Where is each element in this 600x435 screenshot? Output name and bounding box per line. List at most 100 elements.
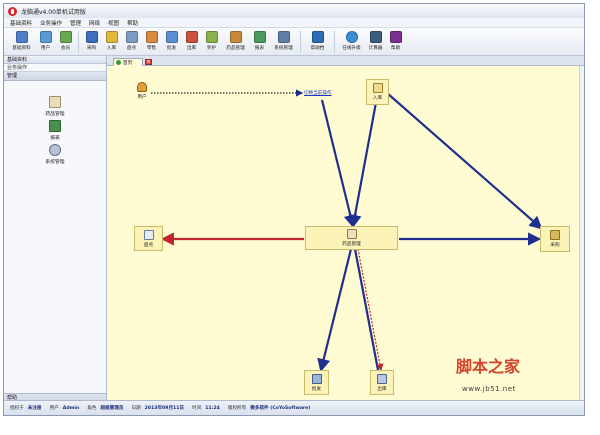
toolbar-wholesale-button[interactable]: 批发 [162,28,181,51]
status-bar: 授权于 未注册 用户 Admin 角色 超级管理员 日期 2013年09月11日… [4,400,584,415]
status-license-label: 授权于 [10,406,24,411]
left-panel: 基础资料 业务操作 管理 药品管理 报表 系统管理 帮助 [4,56,107,402]
menu-view[interactable]: 视图 [108,19,119,27]
members-icon [59,31,72,43]
toolbar-separator [78,31,79,53]
switch-operation-link[interactable]: 切换当前操作 [304,90,332,96]
help-book-icon [389,31,402,43]
node-inventory-check[interactable]: 盘点 [134,226,163,251]
toolbar-navigation-button[interactable]: 帮助档 [304,28,331,51]
toolbar-retail-button[interactable]: 零售 [142,28,161,51]
node-stock-in-label: 入库 [372,96,383,101]
menu-bar: 基础资料 业务操作 管理 网络 视图 帮助 [4,18,584,28]
home-icon [116,60,121,65]
sidebar-item-label: 报表 [50,136,60,141]
toolbar-users-button[interactable]: 用户 [36,28,55,51]
status-date-label: 日期 [131,406,141,411]
toolbar-stock-in-button[interactable]: 入库 [102,28,121,51]
user-node-label: 用户 [137,95,147,100]
node-stock-in[interactable]: 入库 [366,79,389,105]
status-copyright-value: 微多软件 (CoYoSoftware) [250,406,311,411]
toolbar-separator [334,31,335,53]
panel-header-business-ops[interactable]: 业务操作 [4,64,106,72]
toolbar-reports-button[interactable]: 报表 [250,28,269,51]
arrow-link-to-drug-management [320,99,357,229]
arrow-stock-in-to-drug-management [348,96,379,229]
node-inventory-check-label: 盘点 [143,242,154,248]
toolbar-system-management-button[interactable]: 系统管理 [270,28,297,51]
status-user-value: Admin [62,405,80,411]
panel-section-management[interactable]: 管理 [4,72,106,81]
menu-management[interactable]: 管理 [70,19,81,27]
menu-help[interactable]: 帮助 [127,19,138,27]
toolbar: 基础资料 用户 会员 采购 入库 盘点 零售 批发 出库 奖护 药品管理 报表 … [4,28,584,56]
toolbar-help-button[interactable]: 帮助 [386,28,405,51]
toolbar-inventory-check-button[interactable]: 盘点 [122,28,141,51]
title-bar: 龙脑通v4.00单机试用版 [4,4,584,18]
node-purchase[interactable]: 采购 [540,226,570,252]
retail-icon [145,31,158,43]
toolbar-reward-button[interactable]: 奖护 [202,28,221,51]
navigation-icon [311,31,324,43]
node-drug-management-label: 药品管理 [342,242,361,247]
tab-home[interactable]: 首页 [113,58,143,66]
stock-in-icon [105,31,118,43]
calculator-icon [369,31,382,43]
sidebar-item-system-management[interactable]: 系统管理 [4,144,106,165]
pill-bottle-icon [49,96,61,108]
menu-business-ops[interactable]: 业务操作 [40,19,62,27]
menu-basic-data[interactable]: 基础资料 [10,19,32,27]
toolbar-online-upgrade-button[interactable]: 在线升级 [338,28,365,51]
node-wholesale[interactable]: 批发 [304,370,329,395]
arrow-drug-management-to-stock-out [353,248,380,371]
stock-out-icon [377,373,387,384]
toolbar-members-button[interactable]: 会员 [56,28,75,51]
status-user-label: 用户 [49,406,59,411]
node-stock-out[interactable]: 出库 [370,370,394,395]
watermark-url: www.jb51.net [462,385,516,393]
node-stock-out-label: 出库 [377,386,387,392]
menu-network[interactable]: 网络 [89,19,100,27]
toolbar-stock-out-button[interactable]: 出库 [182,28,201,51]
report-icon [49,120,61,132]
flow-diagram-canvas: 用户 切换当前操作 入库 药品管理 采购 盘点 批发 出库 [107,66,584,402]
arrow-drug-management-to-stock-out-red [357,248,384,372]
status-time-value: 11:24 [205,405,220,411]
user-node[interactable]: 用户 [137,82,147,100]
status-license-value: 未注册 [27,406,42,411]
upgrade-icon [345,31,358,43]
system-gear-icon [277,31,290,43]
status-role-label: 角色 [87,406,97,411]
reward-icon [205,31,218,43]
toolbar-calculator-button[interactable]: 计算器 [366,28,385,51]
node-wholesale-label: 批发 [311,386,322,392]
stock-in-icon [372,83,383,93]
canvas-vertical-scrollbar[interactable] [579,66,584,402]
tab-strip: 首页 × [107,56,584,66]
watermark-text: 脚本之家 [456,357,521,376]
user-icon [39,31,52,43]
toolbar-basic-data-button[interactable]: 基础资料 [8,28,35,51]
inventory-check-icon [125,31,138,43]
sidebar-item-drug-management[interactable]: 药品管理 [4,96,106,117]
inventory-check-icon [143,229,154,240]
wholesale-icon [165,31,178,43]
tab-home-label: 首页 [123,60,133,66]
toolbar-purchase-button[interactable]: 采购 [82,28,101,51]
stock-out-icon [185,31,198,43]
sidebar-item-label: 系统管理 [45,160,65,165]
purchase-icon [550,230,560,240]
sidebar-item-reports[interactable]: 报表 [4,120,106,141]
users-icon [137,82,147,92]
pill-bottle-icon [346,229,357,239]
status-date-value: 2013年09月11日 [144,406,185,411]
toolbar-separator [300,31,301,53]
report-icon [253,31,266,43]
status-time-label: 时间 [192,406,202,411]
node-drug-management[interactable]: 药品管理 [305,226,398,250]
tab-close-button[interactable]: × [145,59,152,65]
toolbar-drug-management-button[interactable]: 药品管理 [222,28,249,51]
arrow-stock-in-to-purchase [386,92,543,230]
panel-header-basic-data[interactable]: 基础资料 [4,56,106,64]
wholesale-icon [311,373,322,384]
